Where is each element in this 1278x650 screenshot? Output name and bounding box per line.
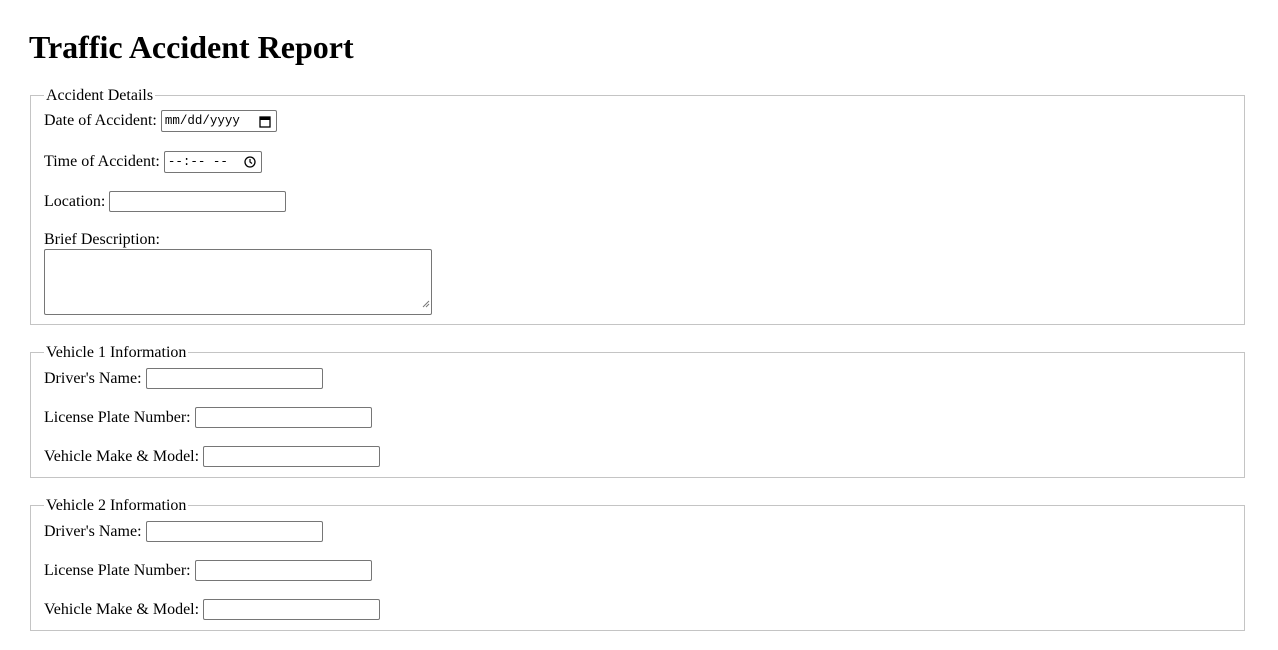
date-placeholder: mm/dd/yyyy [164, 114, 240, 128]
vehicle2-model-label: Vehicle Make & Model: [44, 600, 200, 618]
vehicle2-fieldset: Vehicle 2 Information Driver's Name: Lic… [30, 497, 1245, 631]
accident-details-fieldset: Accident Details Date of Accident: mm/dd… [30, 87, 1245, 325]
clock-icon[interactable] [243, 155, 257, 169]
vehicle1-driver-input[interactable] [145, 368, 323, 389]
vehicle2-model-row: Vehicle Make & Model: [44, 599, 381, 620]
time-input[interactable]: --:-- -- [163, 151, 262, 173]
location-label: Location: [44, 192, 106, 210]
vehicle1-plate-label: License Plate Number: [44, 408, 191, 426]
location-input[interactable] [109, 191, 287, 212]
date-input[interactable]: mm/dd/yyyy [160, 110, 277, 132]
vehicle1-model-row: Vehicle Make & Model: [44, 446, 381, 467]
calendar-icon[interactable] [258, 114, 272, 128]
vehicle2-driver-label: Driver's Name: [44, 522, 142, 540]
vehicle2-legend: Vehicle 2 Information [44, 497, 189, 515]
vehicle1-model-input[interactable] [203, 446, 381, 467]
time-row: Time of Accident: --:-- -- [44, 151, 262, 173]
vehicle2-plate-row: License Plate Number: [44, 560, 372, 581]
vehicle1-fieldset: Vehicle 1 Information Driver's Name: Lic… [30, 344, 1245, 478]
location-row: Location: [44, 191, 287, 212]
vehicle2-driver-input[interactable] [145, 521, 323, 542]
description-label-row: Brief Description: [44, 231, 160, 249]
vehicle1-legend: Vehicle 1 Information [44, 344, 189, 362]
description-textarea[interactable] [44, 249, 432, 315]
time-placeholder: --:-- -- [167, 155, 228, 169]
accident-details-legend: Accident Details [44, 87, 156, 105]
vehicle1-model-label: Vehicle Make & Model: [44, 447, 200, 465]
vehicle2-plate-label: License Plate Number: [44, 561, 191, 579]
resize-grip-icon[interactable] [422, 295, 430, 313]
vehicle1-driver-label: Driver's Name: [44, 369, 142, 387]
page-title: Traffic Accident Report [29, 29, 354, 65]
vehicle1-plate-input[interactable] [194, 407, 372, 428]
vehicle2-plate-input[interactable] [194, 560, 372, 581]
vehicle2-driver-row: Driver's Name: [44, 521, 323, 542]
description-label: Brief Description: [44, 231, 160, 248]
date-row: Date of Accident: mm/dd/yyyy [44, 110, 277, 132]
vehicle1-plate-row: License Plate Number: [44, 407, 372, 428]
time-label: Time of Accident: [44, 153, 160, 170]
date-label: Date of Accident: [44, 112, 157, 129]
vehicle1-driver-row: Driver's Name: [44, 368, 323, 389]
vehicle2-model-input[interactable] [203, 599, 381, 620]
